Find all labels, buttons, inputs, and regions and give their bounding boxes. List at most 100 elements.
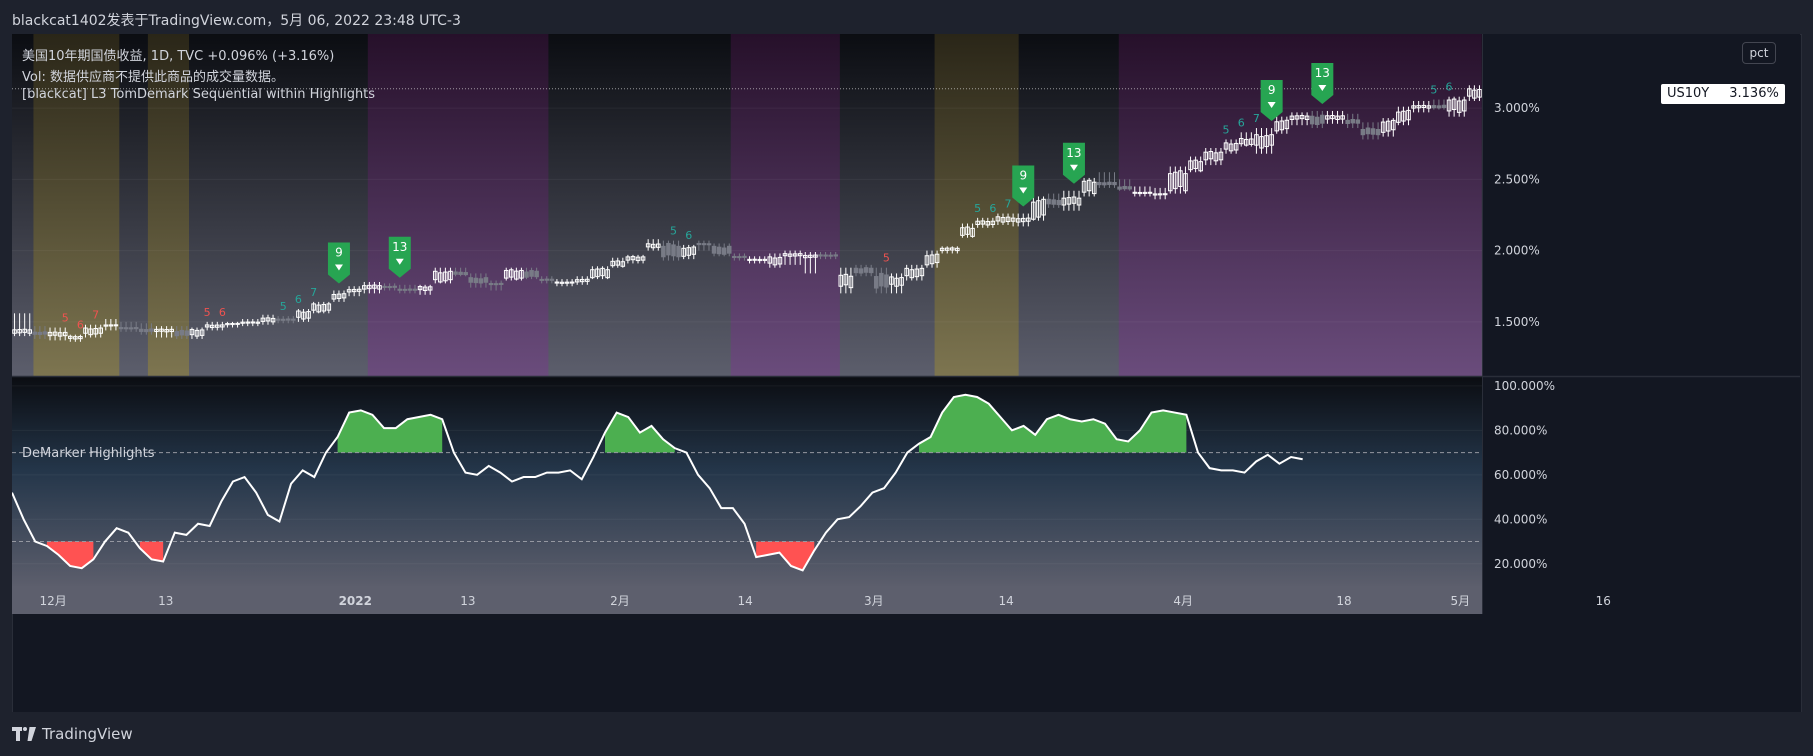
candle-body xyxy=(1365,127,1371,135)
footer xyxy=(0,712,1813,756)
candle-body xyxy=(144,329,149,333)
candle-body xyxy=(676,245,681,258)
candle-body xyxy=(1314,116,1320,126)
td-count-4: 6 xyxy=(77,319,84,332)
highlight-band-sell-2 xyxy=(367,34,549,376)
candle-body xyxy=(149,328,154,332)
price-axis-tick-1: 2.000% xyxy=(1494,244,1540,258)
candle-body xyxy=(280,318,286,321)
time-axis-tick-5: 14 xyxy=(737,594,752,608)
candle-body xyxy=(544,278,550,281)
candle-body xyxy=(833,254,838,257)
candle-body xyxy=(661,245,666,258)
candle-body xyxy=(696,242,702,246)
td-count-16: 7 xyxy=(1253,112,1260,125)
time-axis-tick-8: 4月 xyxy=(1173,594,1193,608)
candle-body xyxy=(179,329,185,336)
candle-body xyxy=(524,271,529,278)
demarker-title[interactable]: DeMarker Highlights xyxy=(22,446,155,461)
td-signal-label-4: 9 xyxy=(1268,83,1276,97)
candle-body xyxy=(184,330,190,336)
symbol-legend[interactable]: 美国10年期国债收益, 1D, TVC +0.096% (+3.16%) xyxy=(22,45,334,64)
volume-legend: Vol: 数据供应商不提供此商品的成交量数据。 xyxy=(22,70,284,85)
candle-body xyxy=(701,243,707,246)
candle-body xyxy=(823,254,828,257)
candle-body xyxy=(1097,181,1102,186)
candle-body xyxy=(275,318,281,321)
candle-body xyxy=(818,254,823,257)
candle-body xyxy=(412,288,418,291)
candle-body xyxy=(863,267,869,273)
candle-body xyxy=(1375,128,1381,136)
candle-body xyxy=(387,286,392,289)
candle-body xyxy=(549,278,555,281)
tradingview-logo[interactable]: TradingView xyxy=(12,725,133,743)
candle-body xyxy=(726,245,732,254)
candle-body xyxy=(1046,198,1051,205)
candle-body xyxy=(483,277,489,283)
candle-body xyxy=(1107,181,1112,185)
candle-body xyxy=(1441,104,1447,109)
td-count-1: 6 xyxy=(295,293,302,306)
td-count-2: 7 xyxy=(310,286,317,299)
candle-body xyxy=(732,255,737,259)
pct-toggle-button[interactable]: pct xyxy=(1742,42,1776,64)
td-count-6: 5 xyxy=(204,306,211,319)
td-signal-label-2: 9 xyxy=(1019,169,1027,183)
td-count-15: 6 xyxy=(1238,116,1245,129)
td-count-14: 5 xyxy=(1223,123,1230,136)
candle-body xyxy=(32,331,38,335)
candle-body xyxy=(873,276,879,289)
td-signal-label-3: 13 xyxy=(1066,146,1081,160)
price-axis-tick-3: 3.000% xyxy=(1494,101,1540,115)
last-price-label: US10Y 3.136% xyxy=(1661,84,1785,104)
indicator-legend[interactable]: [blackcat] L3 TomDemark Sequential withi… xyxy=(22,87,375,102)
last-price-ticker: US10Y xyxy=(1667,86,1710,101)
candle-body xyxy=(463,272,468,276)
candle-body xyxy=(534,270,539,278)
time-axis-tick-11: 16 xyxy=(1596,594,1611,608)
td-signal-label-5: 13 xyxy=(1315,66,1330,80)
candle-body xyxy=(1127,186,1132,190)
candle-body xyxy=(671,244,676,257)
time-axis-tick-9: 18 xyxy=(1336,594,1351,608)
candle-body xyxy=(716,246,722,255)
td-count-0: 5 xyxy=(280,300,287,313)
chart-canvas[interactable]: 1.500%2.000%2.500%3.000%567567 5 65 655 6 756… xyxy=(12,34,1800,712)
td-count-9: 6 xyxy=(685,229,692,242)
candle-body xyxy=(498,282,504,286)
candle-body xyxy=(884,274,889,288)
candle-body xyxy=(473,277,479,284)
candle-body xyxy=(858,268,864,274)
time-axis-tick-1: 13 xyxy=(158,594,173,608)
td-signal-label-0: 9 xyxy=(335,246,343,260)
time-axis-tick-7: 14 xyxy=(998,594,1013,608)
candle-body xyxy=(1112,181,1117,186)
candle-body xyxy=(133,327,139,330)
td-count-13: 7 xyxy=(1005,198,1012,211)
candle-body xyxy=(478,278,484,284)
candle-body xyxy=(529,270,534,277)
td-count-11: 5 xyxy=(974,202,981,215)
time-axis-tick-0: 12月 xyxy=(39,594,66,608)
candle-body xyxy=(392,285,397,288)
candle-body xyxy=(1350,119,1356,124)
td-count-12: 6 xyxy=(989,202,996,215)
candle-body xyxy=(285,318,291,321)
highlight-band-buy-1 xyxy=(147,34,190,376)
candle-body xyxy=(1122,185,1127,190)
candle-body xyxy=(1102,182,1107,186)
candle-body xyxy=(397,288,403,291)
publisher-text: blackcat1402发表于TradingView.com，5月 06, 20… xyxy=(12,13,461,29)
candle-body xyxy=(488,283,494,286)
candle-body xyxy=(453,271,458,275)
time-axis-tick-6: 3月 xyxy=(864,594,884,608)
candle-body xyxy=(118,327,124,330)
td-count-17: 5 xyxy=(1430,84,1437,97)
candle-body xyxy=(37,331,43,335)
candle-body xyxy=(42,331,48,335)
candle-body xyxy=(706,243,712,246)
td-count-10: 5 xyxy=(883,252,890,265)
dem-axis-tick-3: 80.000% xyxy=(1494,423,1547,437)
candle-body xyxy=(128,327,134,330)
